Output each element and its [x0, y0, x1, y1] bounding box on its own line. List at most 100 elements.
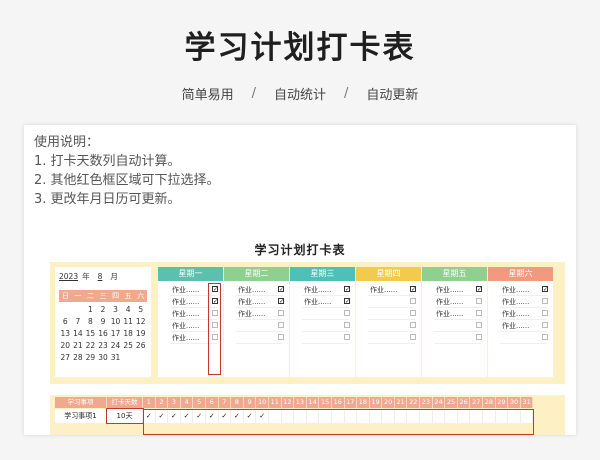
- calendar-day[interactable]: 13: [59, 329, 72, 339]
- tracker-item[interactable]: 学习事项1: [55, 409, 107, 423]
- calendar-day[interactable]: 28: [72, 353, 85, 363]
- task-checkbox[interactable]: [278, 334, 284, 340]
- tracker-day-number: 29: [496, 397, 509, 408]
- task-checkbox[interactable]: ✓: [542, 286, 548, 293]
- calendar-day[interactable]: 17: [109, 329, 122, 339]
- sheet-title: 学习计划打卡表: [254, 243, 346, 257]
- calendar-day[interactable]: [59, 305, 72, 315]
- task-row-line: [236, 295, 283, 296]
- task-item: 作业......: [436, 286, 464, 294]
- calendar-day[interactable]: 7: [72, 317, 85, 327]
- task-row-line: [368, 307, 415, 308]
- task-checkbox[interactable]: [476, 334, 482, 340]
- task-checkbox[interactable]: [278, 322, 284, 328]
- year-select[interactable]: 2023: [59, 272, 78, 281]
- tracker-header: 打卡天数: [107, 397, 143, 408]
- tracker-day-number: 10: [256, 397, 269, 408]
- calendar-day[interactable]: 12: [134, 317, 147, 327]
- calendar-day[interactable]: 18: [122, 329, 135, 339]
- calendar-day[interactable]: 10: [109, 317, 122, 327]
- task-checkbox[interactable]: [344, 310, 350, 316]
- task-checkbox[interactable]: ✓: [344, 298, 350, 305]
- tracker-day-number: 15: [319, 397, 332, 408]
- page-title: 学习计划打卡表: [184, 30, 416, 66]
- task-row-line: [500, 331, 547, 332]
- tracker-day-number: 22: [407, 397, 421, 408]
- calendar-day[interactable]: 30: [97, 353, 110, 363]
- calendar-day[interactable]: 27: [59, 353, 72, 363]
- month-unit: 月: [110, 272, 118, 281]
- calendar-day[interactable]: 23: [97, 341, 110, 351]
- weekday-label: 四: [112, 292, 120, 300]
- task-checkbox[interactable]: [410, 334, 416, 340]
- calendar-day[interactable]: 26: [134, 341, 147, 351]
- tracker-day-number: 14: [307, 397, 320, 408]
- calendar-day[interactable]: 25: [122, 341, 135, 351]
- calendar-day[interactable]: 5: [134, 305, 147, 315]
- task-checkbox[interactable]: [542, 298, 548, 304]
- tag-autostats: 自动统计: [273, 88, 326, 103]
- calendar-day[interactable]: 3: [109, 305, 122, 315]
- task-checkbox[interactable]: [542, 334, 548, 340]
- task-item: 作业......: [304, 298, 332, 306]
- task-item: 作业......: [502, 286, 530, 294]
- month-select[interactable]: 8: [98, 272, 103, 281]
- task-checkbox[interactable]: [410, 298, 416, 304]
- calendar-day[interactable]: 22: [84, 341, 97, 351]
- weekday-label: 五: [124, 292, 132, 300]
- task-checkbox[interactable]: [410, 310, 416, 316]
- task-checkbox[interactable]: [542, 322, 548, 328]
- tracker-day-number: 12: [282, 397, 295, 408]
- calendar-day[interactable]: 14: [72, 329, 85, 339]
- day-header: 星期一: [158, 267, 223, 281]
- task-item: 作业......: [502, 310, 530, 318]
- task-checkbox[interactable]: [278, 310, 284, 316]
- task-checkbox[interactable]: ✓: [278, 286, 284, 293]
- tracker-day-number: 11: [269, 397, 282, 408]
- calendar-day[interactable]: 2: [97, 305, 110, 315]
- calendar-day[interactable]: 11: [122, 317, 135, 327]
- task-item: 作业......: [238, 310, 266, 318]
- task-checkbox[interactable]: [344, 334, 350, 340]
- task-checkbox[interactable]: [344, 322, 350, 328]
- calendar-day[interactable]: 15: [84, 329, 97, 339]
- calendar-day[interactable]: 8: [84, 317, 97, 327]
- task-checkbox[interactable]: [476, 322, 482, 328]
- task-checkbox[interactable]: ✓: [476, 286, 482, 293]
- calendar-day[interactable]: 31: [109, 353, 122, 363]
- calendar-day[interactable]: 19: [134, 329, 147, 339]
- calendar-day[interactable]: 6: [59, 317, 72, 327]
- task-checkbox[interactable]: ✓: [278, 298, 284, 305]
- day-header: 星期三: [290, 267, 355, 281]
- tracker-day-number: 6: [206, 397, 219, 408]
- day-column: 星期二 作业...... ✓ 作业...... ✓ 作业......: [224, 267, 289, 377]
- mini-calendar: 2023 年 8 月 日一二三四五六 1 2 3 4 5 6 7 8 9 10 11 12 13 14 15…: [55, 267, 151, 377]
- task-item: 作业......: [172, 286, 200, 294]
- task-row-line: [236, 343, 283, 344]
- task-checkbox[interactable]: ✓: [410, 286, 416, 293]
- task-checkbox[interactable]: [476, 310, 482, 316]
- calendar-day[interactable]: 1: [84, 305, 97, 315]
- tracker-day-number: 23: [420, 397, 433, 408]
- task-checkbox[interactable]: [476, 298, 482, 304]
- calendar-day[interactable]: 20: [59, 341, 72, 351]
- calendar-day[interactable]: 9: [97, 317, 110, 327]
- task-checkbox[interactable]: [542, 310, 548, 316]
- calendar-day[interactable]: 16: [97, 329, 110, 339]
- task-row-line: [302, 295, 349, 296]
- calendar-day[interactable]: 21: [72, 341, 85, 351]
- calendar-day[interactable]: 29: [84, 353, 97, 363]
- tracker-day-number: 20: [382, 397, 395, 408]
- task-checkbox[interactable]: ✓: [344, 286, 350, 293]
- task-row-line: [500, 307, 547, 308]
- task-checkbox[interactable]: [410, 322, 416, 328]
- calendar-day[interactable]: [72, 305, 85, 315]
- calendar-day[interactable]: 4: [122, 305, 135, 315]
- task-item: 作业......: [370, 286, 398, 294]
- tracker-day-number: 1: [143, 397, 156, 408]
- task-row-line: [434, 331, 481, 332]
- task-row-line: [302, 331, 349, 332]
- tracker-header-row: 学习事项 打卡天数 1 2 3 4 5 6 7 8 9 10 11 12 13 14 15 16 17 18 19 20 2…: [55, 397, 534, 408]
- tracker-day-number: 18: [357, 397, 370, 408]
- calendar-day[interactable]: 24: [109, 341, 122, 351]
